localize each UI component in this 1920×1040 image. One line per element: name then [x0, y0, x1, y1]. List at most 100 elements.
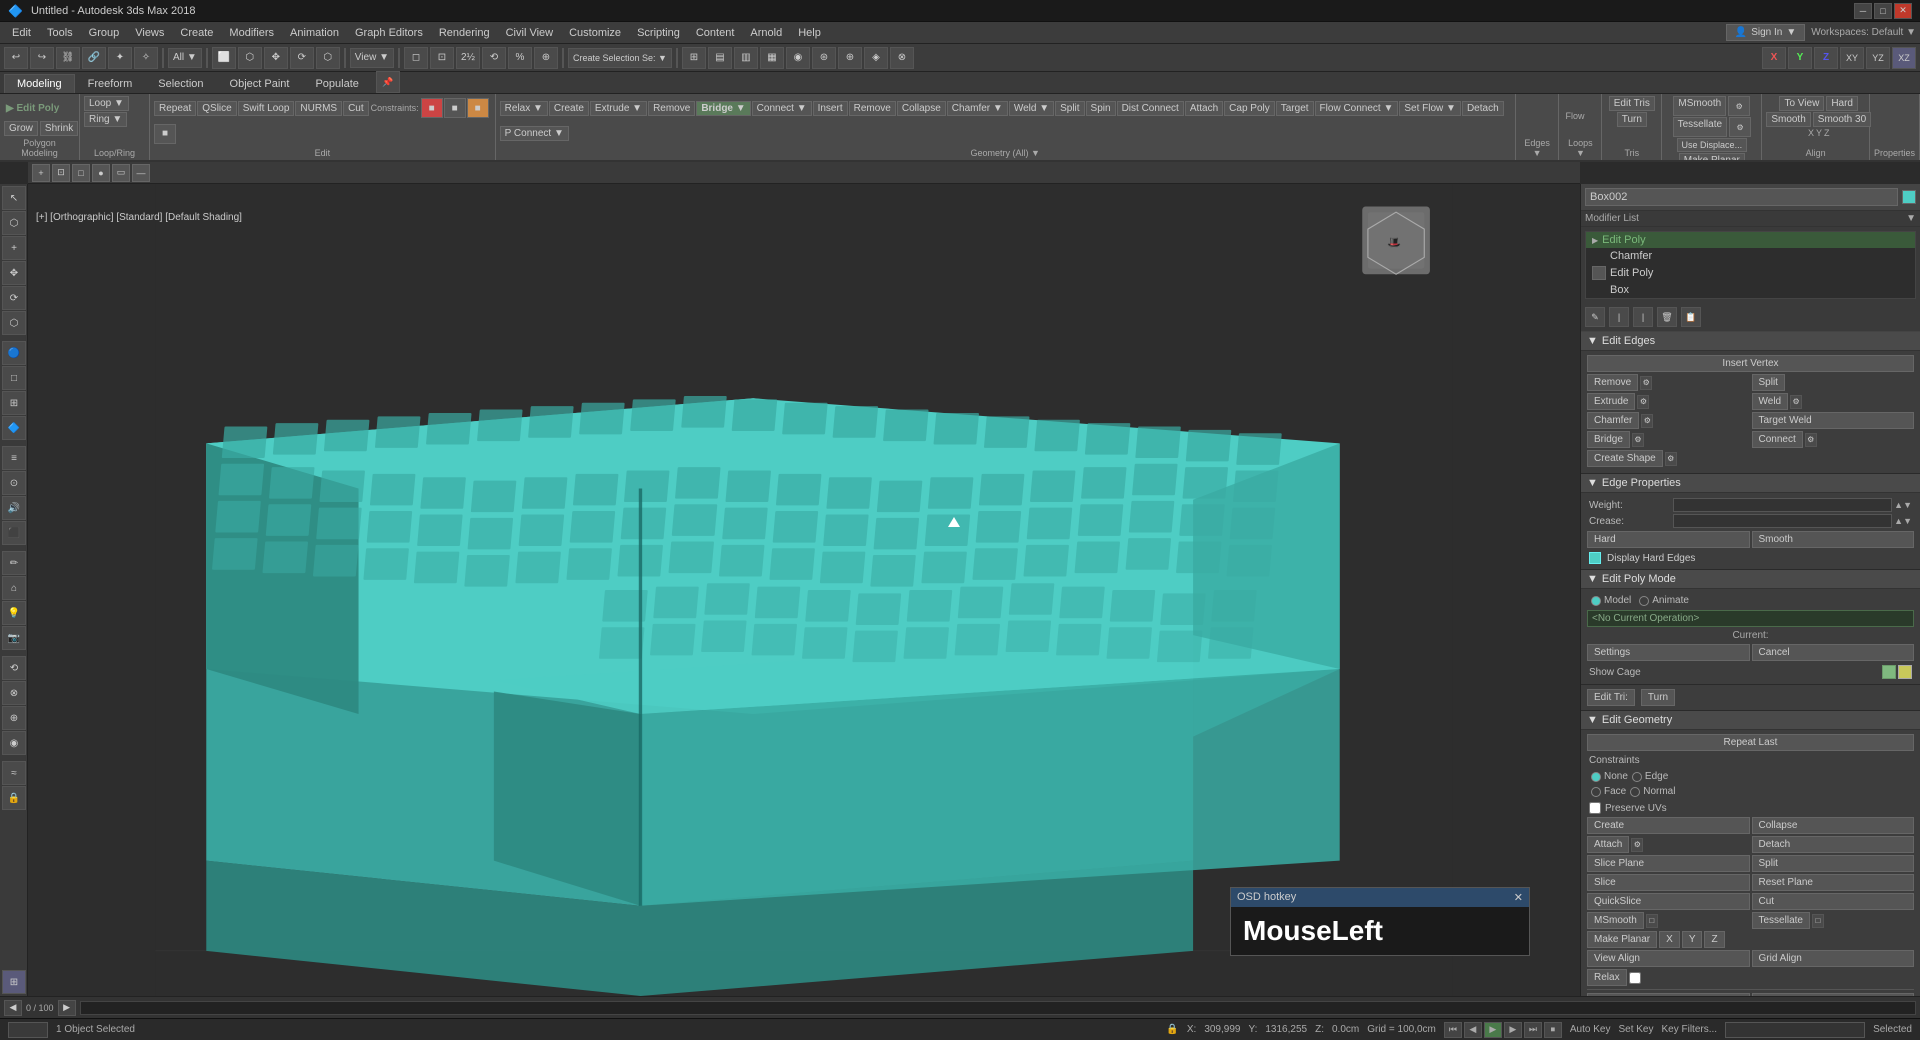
constraint-3[interactable]: ■: [467, 98, 489, 118]
left-btn-10[interactable]: 🔷: [2, 416, 26, 440]
left-btn-13[interactable]: 🔊: [2, 496, 26, 520]
modifier-chamfer[interactable]: Chamfer: [1586, 248, 1915, 264]
left-btn-22[interactable]: ◉: [2, 731, 26, 755]
insert-btn[interactable]: Insert: [813, 101, 848, 116]
attach-settings[interactable]: ⚙: [1631, 838, 1643, 852]
left-btn-14[interactable]: ⬛: [2, 521, 26, 545]
x-align-btn[interactable]: X: [1659, 931, 1680, 948]
qslice-btn[interactable]: QSlice: [197, 101, 236, 116]
settings-mode-btn[interactable]: Settings: [1587, 644, 1750, 661]
cap-poly-btn[interactable]: Cap Poly: [1224, 101, 1275, 116]
connect-settings[interactable]: ⚙: [1805, 433, 1817, 447]
create-selection[interactable]: Create Selection Se: ▼: [568, 48, 672, 68]
left-btn-17[interactable]: 💡: [2, 601, 26, 625]
tb-extra-4[interactable]: ▦: [760, 47, 784, 69]
weld-edge-btn[interactable]: Weld: [1752, 393, 1789, 410]
left-select-btn[interactable]: ↖: [2, 186, 26, 210]
percent[interactable]: %: [508, 47, 532, 69]
extrude-settings[interactable]: ⚙: [1637, 395, 1649, 409]
filter-dropdown[interactable]: All ▼: [168, 48, 202, 68]
normal-constraint[interactable]: Normal: [1630, 786, 1675, 797]
axis-y[interactable]: Y: [1788, 47, 1812, 69]
select-move[interactable]: ✥: [264, 47, 288, 69]
reset-plane-btn[interactable]: Reset Plane: [1752, 874, 1915, 891]
menu-help[interactable]: Help: [790, 25, 829, 41]
create-geom2-btn[interactable]: Create: [1587, 817, 1750, 834]
snap-cycle[interactable]: ⟲: [482, 47, 506, 69]
extrude-btn[interactable]: Extrude ▼: [590, 101, 647, 116]
tab-modeling[interactable]: Modeling: [4, 74, 75, 93]
axis-xy[interactable]: XY: [1840, 47, 1864, 69]
weld-settings[interactable]: ⚙: [1790, 395, 1802, 409]
collapse-geom2-btn[interactable]: Collapse: [1752, 817, 1915, 834]
tb-extra-7[interactable]: ⊕: [838, 47, 862, 69]
left-bottom-btn[interactable]: ⊞: [2, 970, 26, 994]
axis-xz[interactable]: XZ: [1892, 47, 1916, 69]
left-btn-23[interactable]: ≈: [2, 761, 26, 785]
constraint-1[interactable]: ■: [421, 98, 443, 118]
create-geom-btn[interactable]: Create: [549, 101, 589, 116]
detach-geom2-btn[interactable]: Detach: [1752, 836, 1915, 853]
split-edge-btn[interactable]: Split: [1752, 374, 1785, 391]
edit-geometry-header[interactable]: ▼ Edit Geometry: [1581, 711, 1920, 730]
connect-edge-btn[interactable]: Connect: [1752, 431, 1803, 448]
modifier-edit-poly-top[interactable]: ▶ Edit Poly: [1586, 232, 1915, 248]
menu-arnold[interactable]: Arnold: [742, 25, 790, 41]
osd-close[interactable]: ✕: [1514, 891, 1523, 904]
remove-btn[interactable]: Remove: [648, 101, 695, 116]
angle-snap[interactable]: 2½: [456, 47, 480, 69]
constraint-2[interactable]: ■: [444, 98, 466, 118]
tb-btn-3[interactable]: ⛓: [56, 47, 80, 69]
relax-geom-btn[interactable]: Relax ▼: [500, 101, 548, 116]
menu-rendering[interactable]: Rendering: [431, 25, 498, 41]
menu-graph-editors[interactable]: Graph Editors: [347, 25, 431, 41]
shrink-btn[interactable]: Shrink: [40, 121, 78, 136]
object-name-input[interactable]: [1585, 188, 1898, 206]
tb-btn-6[interactable]: ✧: [134, 47, 158, 69]
none-constraint[interactable]: None: [1591, 771, 1628, 782]
timeline-next-btn[interactable]: ▶: [58, 1000, 76, 1016]
tb-btn-4[interactable]: 🔗: [82, 47, 106, 69]
modifier-box[interactable]: Box: [1586, 282, 1915, 298]
vp-dot-icon[interactable]: ●: [92, 164, 110, 182]
tessellate-settings[interactable]: ⚙: [1729, 117, 1751, 137]
chamfer-edge-btn[interactable]: Chamfer: [1587, 412, 1639, 429]
menu-tools[interactable]: Tools: [39, 25, 81, 41]
timeline-prev-btn[interactable]: ◀: [4, 1000, 22, 1016]
ribbon-pin[interactable]: 📌: [376, 71, 400, 93]
menu-group[interactable]: Group: [81, 25, 128, 41]
attach-geom2-btn[interactable]: Attach: [1587, 836, 1629, 853]
tb-extra-9[interactable]: ⊗: [890, 47, 914, 69]
timeline-bar[interactable]: [80, 1001, 1916, 1015]
tessellate-ribbon-btn[interactable]: Tessellate: [1673, 117, 1727, 137]
stop-btn[interactable]: ⏹: [1544, 1022, 1562, 1038]
left-btn-19[interactable]: ⟲: [2, 656, 26, 680]
edit-poly-mode-header[interactable]: ▼ Edit Poly Mode: [1581, 570, 1920, 589]
left-btn-6[interactable]: ⬡: [2, 311, 26, 335]
undo-button[interactable]: ↩: [4, 47, 28, 69]
extrude-edge-btn[interactable]: Extrude: [1587, 393, 1635, 410]
axis-x[interactable]: X: [1762, 47, 1786, 69]
target-btn[interactable]: Target: [1276, 101, 1314, 116]
view-align-btn[interactable]: View Align: [1587, 950, 1750, 967]
make-planar-btn[interactable]: Make Planar: [1679, 153, 1745, 162]
redo-button[interactable]: ↪: [30, 47, 54, 69]
use-displace-btn[interactable]: Use Displace...: [1677, 138, 1748, 152]
menu-civil-view[interactable]: Civil View: [498, 25, 561, 41]
tb-extra-5[interactable]: ◉: [786, 47, 810, 69]
z-align-btn[interactable]: Z: [1704, 931, 1724, 948]
edit-edges-header[interactable]: ▼ Edit Edges: [1581, 332, 1920, 351]
vp-plus-icon[interactable]: +: [32, 164, 50, 182]
bridge-btn[interactable]: Bridge ▼: [696, 101, 750, 116]
y-align-btn[interactable]: Y: [1682, 931, 1703, 948]
connect-btn[interactable]: Connect ▼: [752, 101, 812, 116]
tb-extra-8[interactable]: ◈: [864, 47, 888, 69]
axis-z[interactable]: Z: [1814, 47, 1838, 69]
weld-btn[interactable]: Weld ▼: [1009, 101, 1054, 116]
menu-animation[interactable]: Animation: [282, 25, 347, 41]
menu-customize[interactable]: Customize: [561, 25, 629, 41]
bridge-settings[interactable]: ⚙: [1632, 433, 1644, 447]
edit-tris-ribbon-btn[interactable]: Edit Tris: [1609, 96, 1655, 111]
dist-connect-btn[interactable]: Dist Connect: [1117, 101, 1184, 116]
key-search[interactable]: [1725, 1022, 1865, 1038]
